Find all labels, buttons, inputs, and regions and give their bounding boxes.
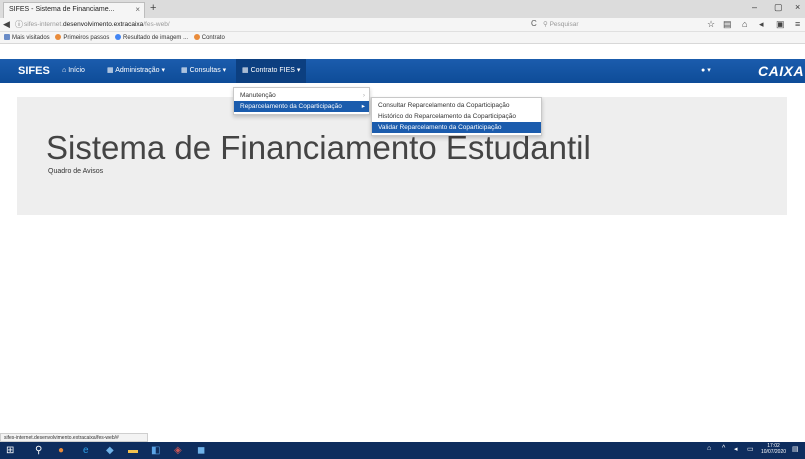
bookmark-item[interactable]: Primeiros passos	[55, 32, 109, 44]
url-field[interactable]: sifes-internet.desenvolvimento.extracaix…	[24, 18, 170, 32]
nav-label: Contrato FIES ▾	[250, 67, 301, 74]
nav-label: Consultas ▾	[189, 67, 227, 74]
bookmark-label: Primeiros passos	[63, 35, 110, 41]
home-icon[interactable]: ⌂	[742, 19, 747, 29]
nav-contrato-fies[interactable]: ▦ Contrato FIES ▾	[236, 59, 307, 83]
page-subtitle: Quadro de Avisos	[48, 168, 104, 175]
menu-item-label: Consultar Reparcelamento da Coparticipaç…	[378, 102, 510, 109]
bookmark-label: Contrato	[201, 35, 225, 41]
bookmark-label: Mais visitados	[12, 35, 50, 41]
menu-item-manutencao[interactable]: Manutenção ›	[234, 90, 369, 101]
info-icon[interactable]: ⓘ	[15, 19, 23, 30]
bookmark-item[interactable]: Mais visitados	[4, 32, 50, 44]
user-menu-caret: ▾	[707, 67, 711, 74]
address-bar-row: ◀ ⓘ sifes-internet.desenvolvimento.extra…	[0, 18, 805, 32]
bookmark-item[interactable]: Resultado de imagem ...	[115, 32, 188, 44]
nav-administracao[interactable]: ▦ Administração ▾	[107, 59, 165, 83]
network-icon[interactable]: ⌂	[707, 445, 711, 452]
tab-title: SIFES - Sistema de Financiame...	[9, 6, 115, 13]
store-icon[interactable]: ◧	[151, 444, 160, 457]
folder-icon	[4, 34, 10, 41]
menu-item-label: Histórico do Reparcelamento da Copartici…	[378, 113, 517, 120]
menu-item-label: Manutenção	[240, 92, 276, 99]
pocket-icon[interactable]: ◂	[759, 19, 764, 30]
browser-tab-strip: SIFES - Sistema de Financiame... × + – ▢…	[0, 0, 805, 18]
firefox-icon	[193, 34, 200, 41]
minimize-icon[interactable]: –	[752, 2, 757, 12]
close-tab-icon[interactable]: ×	[135, 3, 140, 17]
app-icon[interactable]: ◆	[106, 444, 114, 457]
new-tab-button[interactable]: +	[150, 2, 156, 14]
list-icon: ▦	[181, 67, 190, 74]
caixa-logo: CAIXA	[758, 63, 805, 79]
menu-item-reparcelamento[interactable]: Reparcelamento da Coparticipação ▸	[234, 101, 369, 112]
app-icon[interactable]: ◈	[174, 444, 182, 457]
firefox-icon[interactable]: ●	[58, 444, 64, 457]
brand-link[interactable]: SIFES	[18, 59, 50, 83]
user-menu[interactable]: ● ▾	[701, 59, 711, 83]
search-icon: ⚲	[543, 21, 550, 28]
battery-icon[interactable]: ▭	[747, 445, 754, 453]
taskbar: ⊞ ⚲ ● e ◆ ▬ ◧ ◈ ◼ ⌂ ^ ◂ ▭ 17:02 10/07/20…	[0, 442, 805, 459]
search-input[interactable]: ⚲ Pesquisar	[543, 19, 693, 30]
url-path: /fes-web/	[143, 21, 170, 28]
firefox-icon	[55, 34, 62, 41]
bookmark-label: Resultado de imagem ...	[123, 35, 189, 41]
nav-label: Início	[68, 67, 85, 74]
search-icon[interactable]: ⚲	[35, 444, 42, 457]
app-icon[interactable]: ◼	[197, 444, 205, 457]
contrato-fies-menu: Manutenção › Reparcelamento da Coparticip…	[233, 87, 370, 115]
reload-icon[interactable]: C	[531, 19, 537, 28]
chevron-right-icon: ›	[362, 92, 365, 99]
list-icon: ▦	[107, 67, 116, 74]
status-url: sifes-internet.desenvolvimento.extracaix…	[0, 433, 148, 442]
volume-icon[interactable]: ◂	[734, 445, 738, 453]
notifications-icon[interactable]: ▤	[792, 445, 799, 453]
close-window-icon[interactable]: ×	[795, 2, 800, 12]
edge-icon[interactable]: e	[83, 444, 89, 457]
library-icon[interactable]: ▤	[723, 19, 732, 30]
maximize-icon[interactable]: ▢	[774, 2, 783, 13]
bookmark-item[interactable]: Contrato	[193, 32, 225, 44]
file-explorer-icon[interactable]: ▬	[128, 444, 138, 457]
back-arrow-icon[interactable]: ◀	[3, 19, 10, 30]
bookmark-star-icon[interactable]: ☆	[707, 19, 715, 30]
url-prefix: sifes-internet.	[24, 21, 64, 28]
clock[interactable]: 17:02 10/07/2020	[761, 443, 786, 455]
bookmarks-bar: Mais visitados Primeiros passos Resultad…	[0, 32, 805, 44]
reparcelamento-submenu: Consultar Reparcelamento da Coparticipaç…	[371, 97, 542, 136]
nav-consultas[interactable]: ▦ Consultas ▾	[181, 59, 226, 83]
menu-item-consultar[interactable]: Consultar Reparcelamento da Coparticipaç…	[372, 100, 541, 111]
menu-item-label: Reparcelamento da Coparticipação	[240, 103, 342, 110]
extension-icon[interactable]: ▣	[776, 19, 785, 30]
clock-date: 10/07/2020	[761, 449, 787, 455]
app-navbar: SIFES ⌂ Início ▦ Administração ▾ ▦ Consu…	[0, 59, 805, 83]
nav-label: Administração ▾	[115, 67, 165, 74]
tray-chevron-icon[interactable]: ^	[722, 445, 725, 452]
google-icon	[115, 34, 122, 41]
caret-right-icon: ▸	[361, 103, 365, 110]
browser-tab[interactable]: SIFES - Sistema de Financiame... ×	[3, 2, 145, 18]
list-icon: ▦	[242, 67, 251, 74]
menu-icon[interactable]: ≡	[795, 19, 800, 29]
search-placeholder: Pesquisar	[549, 21, 579, 28]
windows-start-icon[interactable]: ⊞	[6, 444, 14, 457]
menu-item-historico[interactable]: Histórico do Reparcelamento da Copartici…	[372, 111, 541, 122]
menu-item-label: Validar Reparcelamento da Coparticipação	[378, 124, 502, 131]
nav-inicio[interactable]: ⌂ Início	[62, 59, 85, 83]
menu-item-validar[interactable]: Validar Reparcelamento da Coparticipação	[372, 122, 541, 133]
url-domain: desenvolvimento.extracaixa	[63, 21, 144, 28]
